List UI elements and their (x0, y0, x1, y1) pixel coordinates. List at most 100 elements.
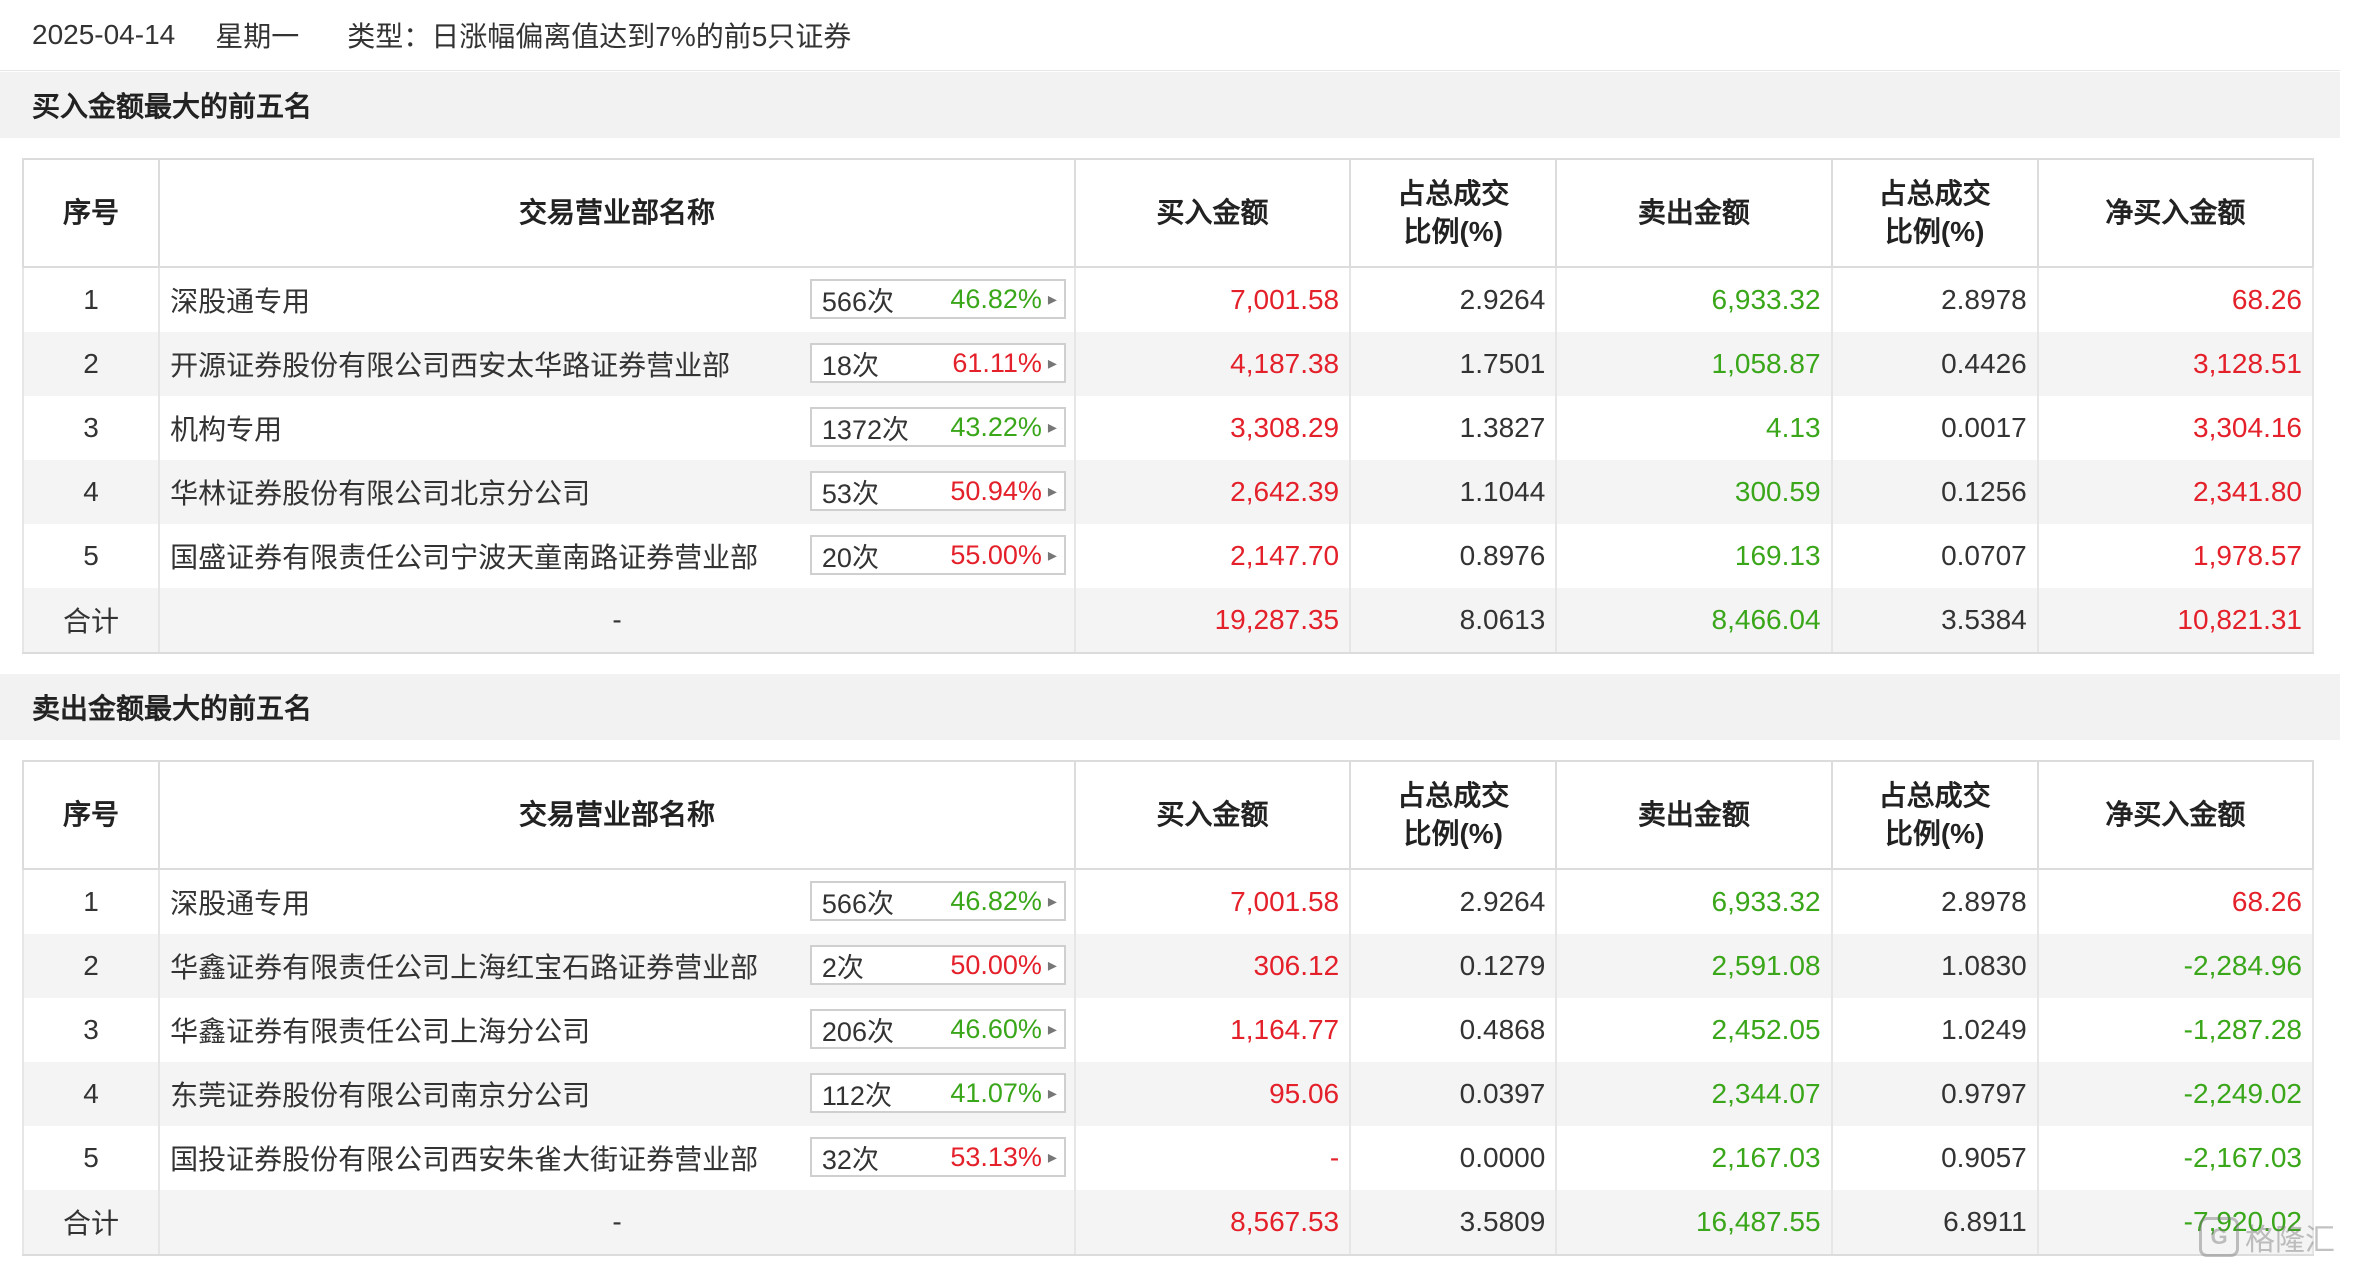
chevron-right-icon: ▸ (1047, 416, 1057, 437)
listing-count: 206次 (821, 1016, 894, 1047)
col-sell-amount-header[interactable]: 卖出金额 (1555, 158, 1833, 268)
col-buy-ratio-header[interactable]: 占总成交比例(%) (1349, 158, 1558, 268)
page: 2025-04-14 星期一 类型：日涨幅偏离值达到7%的前5只证券 买入金额最… (0, 0, 2355, 1265)
table-row[interactable]: 2 开源证券股份有限公司西安太华路证券营业部 18次 61.11% ▸ 4,187.38 1… (21, 332, 2315, 396)
chevron-right-icon: ▸ (1047, 954, 1057, 975)
table-row[interactable]: 5 国盛证券有限责任公司宁波天童南路证券营业部 20次 55.00% ▸ 2,147.70… (21, 524, 2315, 588)
row-net-buy: 3,304.16 (2036, 396, 2315, 460)
row-branch-name-cell: 华鑫证券有限责任公司上海红宝石路证券营业部 2次 50.00% ▸ (158, 934, 1076, 998)
total-buy-ratio: 8.0613 (1349, 588, 1558, 654)
table-row[interactable]: 4 华林证券股份有限公司北京分公司 53次 50.94% ▸ 2,642.39 1.1044… (21, 460, 2315, 524)
row-buy-amount: - (1073, 1126, 1352, 1190)
col-sell-ratio-header[interactable]: 占总成交比例(%) (1830, 158, 2039, 268)
col-net-buy-header[interactable]: 净买入金额 (2036, 158, 2315, 268)
row-sell-ratio: 0.0707 (1830, 524, 2039, 588)
branch-stats-badge[interactable]: 206次 46.60% ▸ (809, 1009, 1066, 1049)
watermark: G 格隆汇 (2199, 1215, 2335, 1259)
branch-stats-badge[interactable]: 20次 55.00% ▸ (809, 535, 1066, 575)
branch-stats-badge[interactable]: 32次 53.13% ▸ (809, 1137, 1066, 1177)
row-buy-ratio: 1.7501 (1349, 332, 1558, 396)
row-branch-name-cell: 华鑫证券有限责任公司上海分公司 206次 46.60% ▸ (158, 998, 1076, 1062)
col-buy-amount-header[interactable]: 买入金额 (1073, 760, 1352, 870)
col-buy-ratio-header[interactable]: 占总成交比例(%) (1349, 760, 1558, 870)
chevron-right-icon: ▸ (1047, 1146, 1057, 1167)
col-seq-header[interactable]: 序号 (21, 760, 161, 870)
table-row[interactable]: 3 华鑫证券有限责任公司上海分公司 206次 46.60% ▸ 1,164.77 0.486… (21, 998, 2315, 1062)
row-buy-ratio: 1.1044 (1349, 460, 1558, 524)
table-header-row: 序号 交易营业部名称 买入金额 占总成交比例(%) 卖出金额 占总成交比例(%) 净买入金额 (21, 760, 2315, 870)
total-buy-ratio: 3.5809 (1349, 1190, 1558, 1256)
row-sell-ratio: 2.8978 (1830, 869, 2039, 934)
row-buy-ratio: 0.0000 (1349, 1126, 1558, 1190)
row-net-buy: 3,128.51 (2036, 332, 2315, 396)
total-sell-ratio: 3.5384 (1830, 588, 2039, 654)
row-buy-amount: 306.12 (1073, 934, 1352, 998)
total-sell-ratio: 6.8911 (1830, 1190, 2039, 1256)
col-net-buy-header[interactable]: 净买入金额 (2036, 760, 2315, 870)
col-sell-ratio-header[interactable]: 占总成交比例(%) (1830, 760, 2039, 870)
branch-name-link[interactable]: 国投证券股份有限公司西安朱雀大街证券营业部 (170, 1138, 758, 1178)
listing-count: 18次 (821, 350, 879, 381)
row-branch-name-cell: 机构专用 1372次 43.22% ▸ (158, 396, 1076, 460)
branch-name-link[interactable]: 东莞证券股份有限公司南京分公司 (170, 1074, 590, 1114)
win-rate: 50.94% (950, 475, 1042, 506)
chevron-right-icon: ▸ (1047, 1082, 1057, 1103)
table-header-row: 序号 交易营业部名称 买入金额 占总成交比例(%) 卖出金额 占总成交比例(%) 净买入金额 (21, 158, 2315, 268)
row-buy-ratio: 1.3827 (1349, 396, 1558, 460)
branch-stats-badge[interactable]: 18次 61.11% ▸ (809, 343, 1066, 383)
branch-name-link[interactable]: 开源证券股份有限公司西安太华路证券营业部 (170, 344, 730, 384)
row-sell-amount: 2,344.07 (1555, 1062, 1833, 1126)
row-sell-amount: 2,452.05 (1555, 998, 1833, 1062)
branch-name-link[interactable]: 深股通专用 (170, 882, 310, 922)
row-branch-name-cell: 开源证券股份有限公司西安太华路证券营业部 18次 61.11% ▸ (158, 332, 1076, 396)
branch-name-link[interactable]: 国盛证券有限责任公司宁波天童南路证券营业部 (170, 536, 758, 576)
col-seq-header[interactable]: 序号 (21, 158, 161, 268)
row-sell-amount: 6,933.32 (1555, 267, 1833, 332)
branch-stats-badge[interactable]: 1372次 43.22% ▸ (809, 407, 1066, 447)
table-row[interactable]: 1 深股通专用 566次 46.82% ▸ 7,001.58 2.9264 6,933.32 2… (21, 267, 2315, 332)
branch-name-link[interactable]: 华林证券股份有限公司北京分公司 (170, 472, 590, 512)
win-rate: 41.07% (950, 1077, 1042, 1108)
sell-section-title: 卖出金额最大的前五名 (0, 674, 2340, 740)
row-net-buy: -1,287.28 (2036, 998, 2315, 1062)
row-net-buy: -2,284.96 (2036, 934, 2315, 998)
row-net-buy: -2,167.03 (2036, 1126, 2315, 1190)
col-sell-amount-header[interactable]: 卖出金额 (1555, 760, 1833, 870)
table-row[interactable]: 3 机构专用 1372次 43.22% ▸ 3,308.29 1.3827 4.13 0.001… (21, 396, 2315, 460)
table-row[interactable]: 1 深股通专用 566次 46.82% ▸ 7,001.58 2.9264 6,933.32 2… (21, 869, 2315, 934)
listing-count: 566次 (821, 286, 894, 317)
branch-name-link[interactable]: 华鑫证券有限责任公司上海红宝石路证券营业部 (170, 946, 758, 986)
total-buy-amount: 19,287.35 (1073, 588, 1352, 654)
table-row[interactable]: 4 东莞证券股份有限公司南京分公司 112次 41.07% ▸ 95.06 0.0397 2,… (21, 1062, 2315, 1126)
row-branch-name-cell: 东莞证券股份有限公司南京分公司 112次 41.07% ▸ (158, 1062, 1076, 1126)
gelonghui-logo-icon: G (2199, 1217, 2239, 1257)
col-branch-name-header[interactable]: 交易营业部名称 (158, 760, 1076, 870)
col-buy-amount-header[interactable]: 买入金额 (1073, 158, 1352, 268)
row-buy-ratio: 0.0397 (1349, 1062, 1558, 1126)
branch-name-link[interactable]: 机构专用 (170, 408, 282, 448)
trade-date: 2025-04-14 (32, 19, 176, 50)
row-buy-amount: 7,001.58 (1073, 267, 1352, 332)
row-sell-ratio: 1.0249 (1830, 998, 2039, 1062)
row-seq: 3 (21, 396, 161, 460)
table-row[interactable]: 5 国投证券股份有限公司西安朱雀大街证券营业部 32次 53.13% ▸ -0.0000 2… (21, 1126, 2315, 1190)
col-branch-name-header[interactable]: 交易营业部名称 (158, 158, 1076, 268)
row-sell-amount: 300.59 (1555, 460, 1833, 524)
branch-name-link[interactable]: 华鑫证券有限责任公司上海分公司 (170, 1010, 590, 1050)
branch-stats-badge[interactable]: 566次 46.82% ▸ (809, 279, 1066, 319)
row-sell-ratio: 0.9057 (1830, 1126, 2039, 1190)
branch-stats-badge[interactable]: 2次 50.00% ▸ (809, 945, 1066, 985)
listing-count: 1372次 (821, 414, 909, 445)
listing-count: 566次 (821, 888, 894, 919)
row-buy-amount: 1,164.77 (1073, 998, 1352, 1062)
branch-stats-badge[interactable]: 566次 46.82% ▸ (809, 881, 1066, 921)
listing-count: 20次 (821, 542, 879, 573)
branch-stats-badge[interactable]: 53次 50.94% ▸ (809, 471, 1066, 511)
branch-name-link[interactable]: 深股通专用 (170, 280, 310, 320)
row-sell-amount: 1,058.87 (1555, 332, 1833, 396)
total-sell-amount: 8,466.04 (1555, 588, 1833, 654)
branch-stats-badge[interactable]: 112次 41.07% ▸ (809, 1073, 1066, 1113)
total-sell-amount: 16,487.55 (1555, 1190, 1833, 1256)
row-sell-amount: 169.13 (1555, 524, 1833, 588)
table-row[interactable]: 2 华鑫证券有限责任公司上海红宝石路证券营业部 2次 50.00% ▸ 306.12 0.1… (21, 934, 2315, 998)
